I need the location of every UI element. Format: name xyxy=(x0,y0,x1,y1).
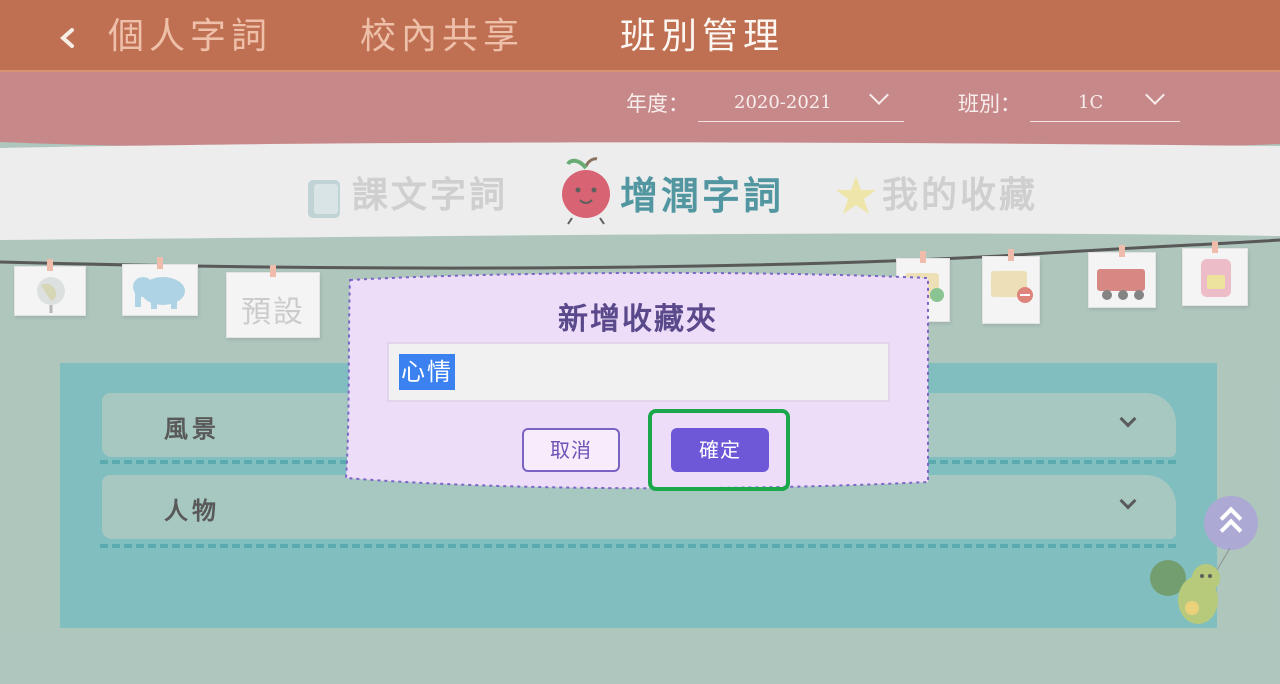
dialog-title: 新增收藏夾 xyxy=(558,302,718,337)
cancel-button[interactable]: 取消 xyxy=(522,428,620,472)
folder-name-input[interactable]: 心情 xyxy=(387,342,890,402)
confirm-button[interactable]: 確定 xyxy=(671,428,769,472)
selected-text: 心情 xyxy=(399,354,455,390)
new-folder-dialog: 新增收藏夾 心情 取消 確定 xyxy=(344,268,932,494)
